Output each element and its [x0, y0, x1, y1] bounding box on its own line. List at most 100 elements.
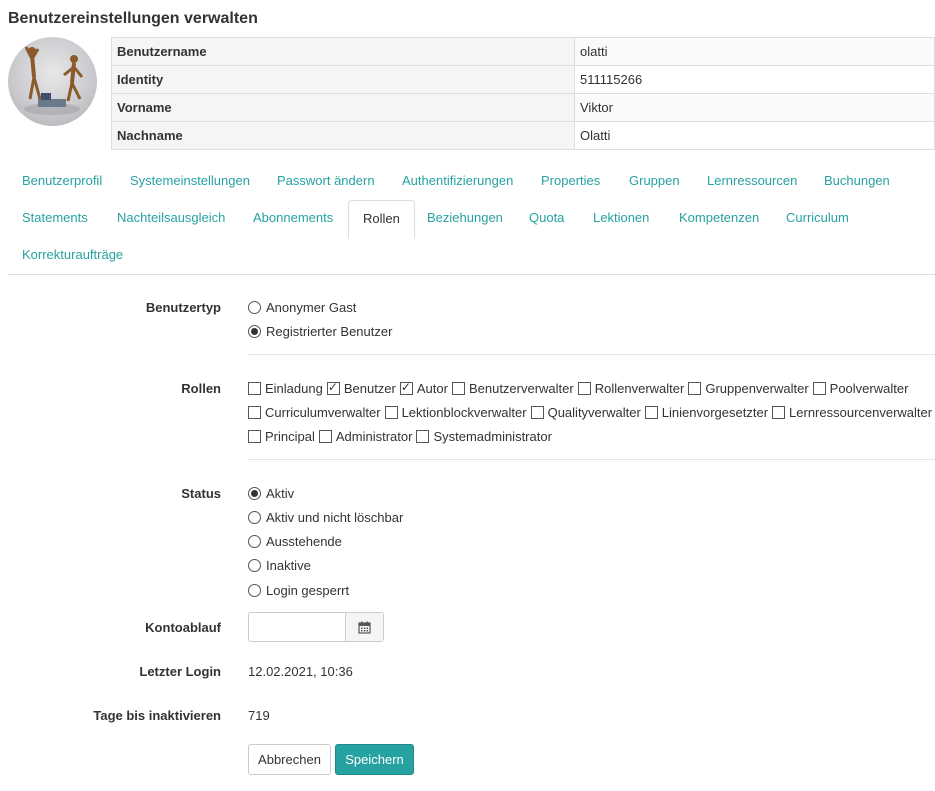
checkbox-label: Rollenverwalter: [594, 381, 685, 396]
checkbox-label: Systemadministrator: [433, 429, 552, 444]
radio-button[interactable]: [248, 584, 261, 597]
radio-button[interactable]: [248, 535, 261, 548]
calendar-button[interactable]: [345, 613, 383, 641]
usertype-label: Benutzertyp: [145, 300, 221, 315]
checkbox[interactable]: [416, 430, 430, 443]
checkbox[interactable]: [248, 382, 261, 395]
checkbox[interactable]: [577, 382, 591, 395]
expiry-label: Kontoablauf: [145, 620, 221, 635]
tab-curriculum[interactable]: Curriculum: [772, 200, 863, 236]
page-title: Benutzereinstellungen verwalten: [8, 10, 258, 27]
checkbox[interactable]: [248, 430, 261, 443]
tab-lernressourcen[interactable]: Lernressourcen: [693, 163, 811, 199]
checkbox[interactable]: [384, 406, 398, 419]
role-principal[interactable]: Principal: [248, 429, 315, 444]
status-option-login-gesperrt[interactable]: Login gesperrt: [248, 583, 349, 598]
save-button[interactable]: Speichern: [335, 744, 414, 775]
usertype-option-registered[interactable]: Registrierter Benutzer: [248, 324, 392, 339]
table-row: Benutzername olatti: [111, 37, 935, 66]
tab-authentifizierungen[interactable]: Authentifizierungen: [388, 163, 527, 199]
status-option-inaktive[interactable]: Inaktive: [248, 558, 311, 573]
checkbox-label: Benutzer: [343, 381, 396, 396]
checkbox-label: Autor: [416, 381, 448, 396]
role-benutzer[interactable]: Benutzer: [326, 381, 396, 396]
checkbox[interactable]: [772, 406, 786, 419]
radio-button[interactable]: [248, 325, 261, 338]
days-until-inactive-label: Tage bis inaktivieren: [93, 708, 221, 723]
table-row: Nachname Olatti: [111, 121, 935, 150]
divider: [248, 354, 935, 355]
usertype-option-guest[interactable]: Anonymer Gast: [248, 300, 356, 315]
tab-quota[interactable]: Quota: [515, 200, 578, 236]
user-info-key: Vorname: [111, 93, 575, 122]
tab-systemeinstellungen[interactable]: Systemeinstellungen: [116, 163, 264, 199]
tab-properties[interactable]: Properties: [527, 163, 614, 199]
role-curriculumverwalter[interactable]: Curriculumverwalter: [248, 405, 381, 420]
checkbox[interactable]: [812, 382, 826, 395]
expiry-date-input[interactable]: [248, 612, 384, 642]
checkbox[interactable]: [688, 382, 702, 395]
user-info-value: Viktor: [574, 93, 935, 122]
radio-button[interactable]: [248, 301, 261, 314]
option-label: Aktiv und nicht löschbar: [266, 510, 404, 525]
role-gruppenverwalter[interactable]: Gruppenverwalter: [688, 381, 809, 396]
table-row: Vorname Viktor: [111, 93, 935, 122]
roles-row-3: Principal Administrator Systemadministra…: [248, 429, 556, 444]
status-option-aktiv[interactable]: Aktiv: [248, 486, 294, 501]
tab-gruppen[interactable]: Gruppen: [615, 163, 694, 199]
role-linienvorgesetzter[interactable]: Linienvorgesetzter: [644, 405, 769, 420]
role-lernressourcenverwalter[interactable]: Lernressourcenverwalter: [772, 405, 932, 420]
radio-button[interactable]: [248, 487, 261, 500]
role-einladung[interactable]: Einladung: [248, 381, 323, 396]
last-login-value: 12.02.2021, 10:36: [248, 664, 353, 679]
checkbox[interactable]: [248, 406, 261, 419]
tab-buchungen[interactable]: Buchungen: [810, 163, 904, 199]
role-autor[interactable]: Autor: [399, 381, 448, 396]
radio-button[interactable]: [248, 511, 261, 524]
checkbox-label: Lernressourcenverwalter: [789, 405, 933, 420]
last-login-label: Letzter Login: [139, 664, 221, 679]
role-systemadministrator[interactable]: Systemadministrator: [416, 429, 552, 444]
tab-benutzerprofil[interactable]: Benutzerprofil: [8, 163, 116, 199]
status-option-ausstehende[interactable]: Ausstehende: [248, 534, 342, 549]
option-label: Anonymer Gast: [266, 300, 357, 315]
role-rollenverwalter[interactable]: Rollenverwalter: [577, 381, 685, 396]
checkbox-label: Qualityverwalter: [547, 405, 641, 420]
tab-nachteilsausgleich[interactable]: Nachteilsausgleich: [103, 200, 239, 236]
option-label: Login gesperrt: [266, 583, 350, 598]
checkbox-label: Linienvorgesetzter: [661, 405, 769, 420]
checkbox[interactable]: [326, 382, 340, 395]
cancel-button[interactable]: Abbrechen: [248, 744, 331, 775]
roles-row-1: Einladung Benutzer Autor Benutzerverwalt…: [248, 381, 912, 396]
role-lektionblockverwalter[interactable]: Lektionblockverwalter: [384, 405, 527, 420]
checkbox[interactable]: [318, 430, 332, 443]
calendar-icon: [358, 621, 371, 634]
roles-label: Rollen: [181, 381, 221, 396]
tab-kompetenzen[interactable]: Kompetenzen: [665, 200, 773, 236]
tab-bar: Benutzerprofil Systemeinstellungen Passw…: [8, 163, 935, 275]
checkbox[interactable]: [451, 382, 465, 395]
tab-korrekturauftraege[interactable]: Korrekturaufträge: [8, 237, 137, 273]
role-poolverwalter[interactable]: Poolverwalter: [812, 381, 908, 396]
role-benutzerverwalter[interactable]: Benutzerverwalter: [451, 381, 574, 396]
status-option-aktiv-nicht-loeschbar[interactable]: Aktiv und nicht löschbar: [248, 510, 403, 525]
tab-abonnements[interactable]: Abonnements: [239, 200, 347, 236]
checkbox[interactable]: [530, 406, 544, 419]
tab-beziehungen[interactable]: Beziehungen: [413, 200, 517, 236]
user-info-key: Identity: [111, 65, 575, 94]
checkbox-label: Benutzerverwalter: [468, 381, 574, 396]
checkbox[interactable]: [399, 382, 413, 395]
tab-rollen[interactable]: Rollen: [348, 200, 415, 239]
checkbox[interactable]: [644, 406, 658, 419]
tab-statements[interactable]: Statements: [8, 200, 102, 236]
expiry-date-field[interactable]: [249, 613, 345, 641]
checkbox-label: Curriculumverwalter: [265, 405, 381, 420]
tab-lektionen[interactable]: Lektionen: [579, 200, 663, 236]
tab-passwort-aendern[interactable]: Passwort ändern: [263, 163, 389, 199]
checkbox-label: Lektionblockverwalter: [401, 405, 527, 420]
user-info-value: Olatti: [574, 121, 935, 150]
role-qualityverwalter[interactable]: Qualityverwalter: [530, 405, 641, 420]
radio-button[interactable]: [248, 559, 261, 572]
option-label: Aktiv: [266, 486, 295, 501]
role-administrator[interactable]: Administrator: [318, 429, 412, 444]
